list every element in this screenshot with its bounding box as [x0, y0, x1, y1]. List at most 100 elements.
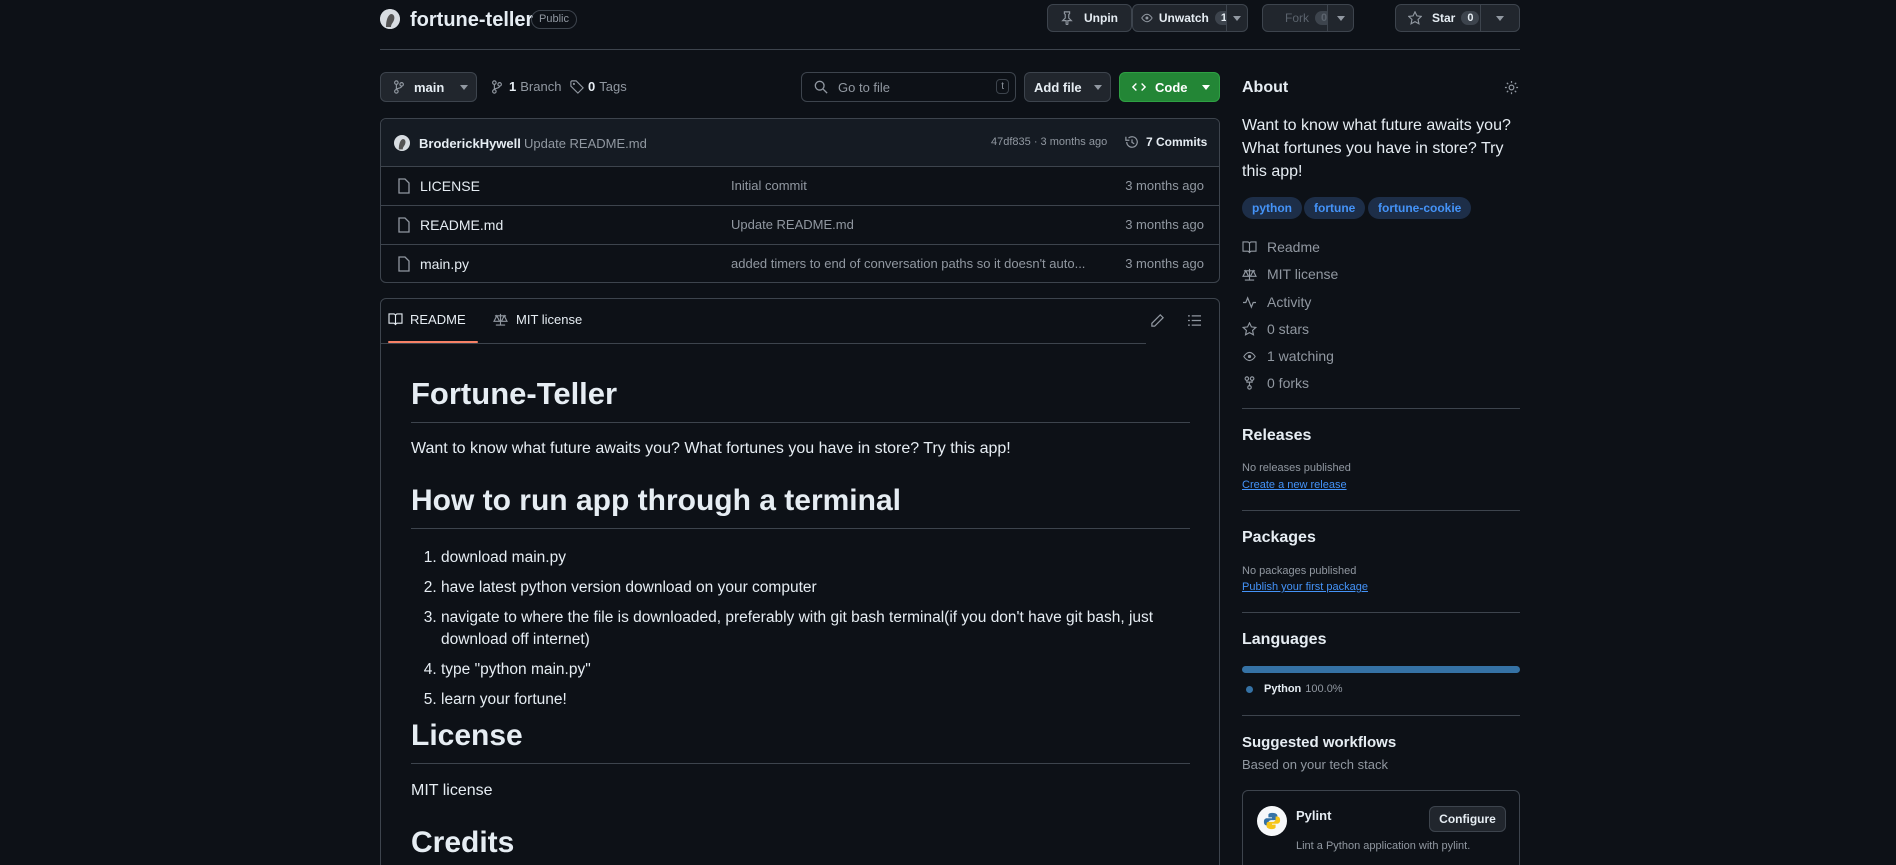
readme-intro: Want to know what future awaits you? Wha… — [411, 440, 1011, 457]
sidebar-item-label: Activity — [1267, 294, 1312, 310]
list-icon — [1188, 315, 1201, 326]
file-row[interactable]: README.md Update README.md 3 months ago — [380, 205, 1220, 243]
tags-link[interactable]: 0 Tags — [570, 79, 627, 94]
branch-selector[interactable]: main — [380, 72, 477, 102]
sidebar-item-readme[interactable]: Readme — [1242, 237, 1320, 257]
commit-author-avatar[interactable] — [394, 135, 410, 151]
sidebar-item-license[interactable]: MIT license — [1242, 264, 1338, 284]
readme-title: Fortune-Teller — [411, 376, 618, 411]
caret-down-icon — [1093, 84, 1102, 90]
configure-button[interactable]: Configure — [1429, 806, 1506, 832]
language-bar — [1242, 666, 1520, 673]
tab-readme[interactable]: README — [388, 312, 466, 327]
file-icon — [398, 177, 410, 194]
code-button[interactable]: Code — [1119, 72, 1220, 102]
sidebar-divider — [1242, 408, 1520, 409]
file-row[interactable]: LICENSE Initial commit 3 months ago — [380, 166, 1220, 204]
star-label: Star — [1432, 11, 1456, 25]
language-item[interactable]: Python 100.0% — [1246, 683, 1343, 695]
about-settings-button[interactable] — [1504, 80, 1519, 95]
add-file-button[interactable]: Add file — [1024, 72, 1111, 102]
commits-link[interactable]: 7 Commits — [1125, 135, 1207, 149]
file-name[interactable]: README.md — [420, 217, 503, 233]
file-commit-message[interactable]: Update README.md — [731, 217, 854, 232]
avatar-image — [398, 139, 406, 150]
repo-avatar[interactable] — [380, 9, 400, 29]
avatar-image — [380, 9, 400, 29]
edit-readme-button[interactable] — [1150, 313, 1165, 328]
list-item: download main.py — [441, 547, 1181, 569]
branches-link[interactable]: 1 Branch — [491, 79, 561, 94]
go-to-file-input[interactable]: Go to file t — [801, 72, 1016, 102]
tags-label: Tags — [599, 79, 627, 94]
workflows-subheading: Based on your tech stack — [1242, 757, 1388, 772]
commit-author[interactable]: BroderickHywell — [419, 136, 521, 151]
outline-button[interactable] — [1187, 314, 1202, 327]
readme-steps: download main.py have latest python vers… — [441, 547, 1181, 719]
file-name[interactable]: LICENSE — [420, 178, 480, 194]
commit-message[interactable]: Update README.md — [524, 136, 647, 151]
eye-icon — [1243, 351, 1256, 361]
watch-options-button[interactable] — [1226, 4, 1248, 32]
gear-icon — [1504, 80, 1519, 95]
create-release-link[interactable]: Create a new release — [1242, 479, 1347, 491]
fork-options-button[interactable] — [1327, 4, 1354, 32]
file-time: 3 months ago — [1125, 178, 1204, 193]
commits-count: 7 Commits — [1146, 135, 1208, 149]
law-icon — [493, 313, 508, 326]
releases-heading[interactable]: Releases — [1242, 427, 1311, 445]
file-time: 3 months ago — [1125, 256, 1204, 271]
commit-meta[interactable]: 47df835 · 3 months ago — [991, 136, 1107, 148]
workflow-description: Lint a Python application with pylint. — [1296, 840, 1471, 852]
file-row[interactable]: main.py added timers to end of conversat… — [380, 244, 1220, 282]
workflow-name[interactable]: Pylint — [1296, 808, 1331, 823]
topic-tag[interactable]: python — [1242, 197, 1302, 219]
star-options-button[interactable] — [1480, 4, 1520, 32]
unpin-label: Unpin — [1084, 11, 1118, 25]
file-name[interactable]: main.py — [420, 256, 469, 272]
star-button[interactable]: Star 0 — [1395, 4, 1481, 32]
tab-license-label: MIT license — [516, 312, 583, 327]
code-icon — [1132, 83, 1146, 91]
file-commit-message[interactable]: added timers to end of conversation path… — [731, 256, 1101, 271]
caret-down-icon — [1201, 84, 1210, 90]
readme-license-text: MIT license — [411, 782, 493, 799]
caret-down-icon — [460, 84, 469, 90]
file-commit-message[interactable]: Initial commit — [731, 178, 807, 193]
packages-heading[interactable]: Packages — [1242, 529, 1316, 547]
sidebar-item-label: 0 forks — [1267, 375, 1310, 391]
fork-icon — [1244, 376, 1255, 390]
pin-icon — [1061, 11, 1073, 25]
star-icon — [1408, 11, 1422, 25]
language-color-dot — [1246, 685, 1253, 693]
packages-empty: No packages published — [1242, 565, 1357, 577]
list-item: navigate to where the file is downloaded… — [441, 607, 1181, 651]
publish-package-link[interactable]: Publish your first package — [1242, 581, 1368, 593]
language-bar-fill — [1242, 666, 1520, 673]
about-heading: About — [1242, 79, 1289, 96]
topic-tag[interactable]: fortune-cookie — [1368, 197, 1472, 219]
tab-license[interactable]: MIT license — [493, 312, 582, 327]
sidebar-item-watching[interactable]: 1 watching — [1242, 346, 1334, 366]
law-icon — [1242, 268, 1257, 281]
readme-heading-credits: Credits — [411, 826, 515, 859]
unpin-button[interactable]: Unpin — [1047, 4, 1132, 32]
fork-button[interactable]: Fork 0 — [1262, 4, 1334, 32]
heading-rule — [411, 763, 1190, 764]
caret-down-icon — [1233, 15, 1241, 21]
unwatch-button[interactable]: Unwatch 1 — [1132, 4, 1234, 32]
repo-name[interactable]: fortune-teller — [410, 9, 533, 32]
tags-count: 0 — [588, 79, 596, 94]
pulse-icon — [1243, 295, 1256, 309]
visibility-badge: Public — [531, 10, 577, 29]
tab-readme-underline — [388, 341, 478, 343]
header-divider — [380, 49, 1520, 50]
sidebar-item-activity[interactable]: Activity — [1242, 292, 1311, 312]
topic-tag[interactable]: fortune — [1304, 197, 1366, 219]
sidebar-item-label: 0 stars — [1267, 321, 1310, 337]
sidebar-item-stars[interactable]: 0 stars — [1242, 319, 1309, 339]
sidebar-divider — [1242, 612, 1520, 613]
list-item: type "python main.py" — [441, 659, 1181, 681]
readme-tabs-divider — [381, 343, 1146, 344]
sidebar-item-forks[interactable]: 0 forks — [1242, 373, 1309, 393]
